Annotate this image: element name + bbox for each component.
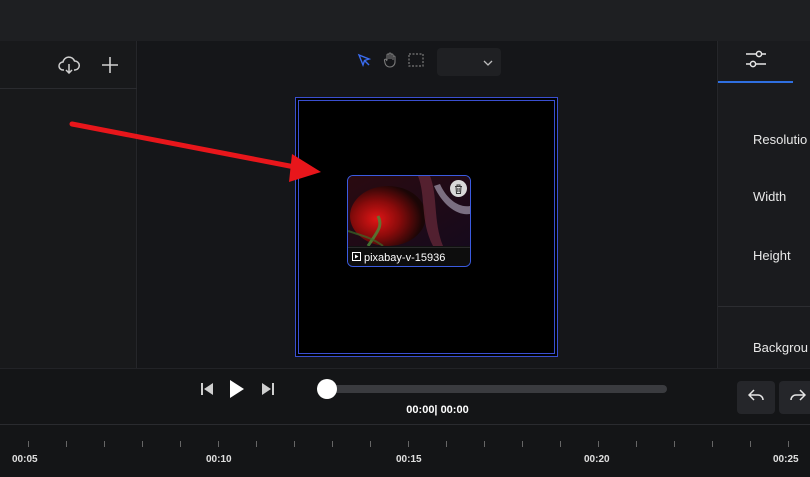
ruler-tick [104, 441, 105, 447]
zoom-select[interactable] [437, 48, 501, 76]
pointer-icon[interactable] [355, 51, 373, 69]
ruler-tick [66, 441, 67, 447]
ruler-tick [598, 441, 599, 447]
ruler-tick [218, 441, 219, 447]
tab-settings[interactable] [718, 41, 793, 83]
ruler-tick [484, 441, 485, 447]
resolution-label: Resolutio [753, 132, 808, 147]
clip-label: pixabay-v-15936 [348, 247, 470, 266]
width-label: Width [753, 189, 787, 204]
selection-rect-icon[interactable] [407, 51, 425, 68]
ruler-ticks [0, 441, 810, 447]
video-file-icon [352, 251, 361, 264]
background-label: Backgrou [753, 340, 808, 355]
tick-label: 00:10 [206, 454, 232, 465]
undo-icon [747, 388, 764, 407]
arrow-annotation-icon [69, 121, 321, 182]
ruler-tick [712, 441, 713, 447]
ruler-tick [370, 441, 371, 447]
undo-button[interactable] [737, 381, 775, 414]
transport-bar: 00:00| 00:00 [0, 368, 810, 424]
hand-icon[interactable] [381, 50, 399, 69]
timeline-ruler[interactable]: 00:05 00:10 00:15 00:20 00:25 [0, 424, 810, 477]
ruler-tick [180, 441, 181, 447]
left-panel-header [0, 41, 137, 89]
left-panel [0, 41, 137, 368]
tick-label: 00:25 [773, 454, 799, 465]
tick-label: 00:15 [396, 454, 422, 465]
ruler-tick [408, 441, 409, 447]
cloud-download-icon[interactable] [56, 53, 82, 77]
properties-panel: Resolutio Width Height Backgrou [717, 41, 810, 368]
ruler-tick [294, 441, 295, 447]
media-clip[interactable]: pixabay-v-15936 [347, 175, 471, 267]
tick-label: 00:05 [12, 454, 38, 465]
ruler-tick [788, 441, 789, 447]
sliders-icon [745, 50, 767, 73]
plus-icon[interactable] [98, 53, 122, 77]
ruler-tick [522, 441, 523, 447]
height-label: Height [753, 248, 791, 263]
skip-forward-icon[interactable] [259, 380, 277, 398]
ruler-tick [256, 441, 257, 447]
ruler-tick [674, 441, 675, 447]
ruler-tick [750, 441, 751, 447]
play-icon[interactable] [227, 377, 247, 401]
ruler-tick [446, 441, 447, 447]
time-display: 00:00| 00:00 [406, 404, 469, 416]
ruler-tick [142, 441, 143, 447]
trash-icon[interactable] [450, 180, 467, 197]
ruler-tick [332, 441, 333, 447]
redo-icon [790, 388, 807, 407]
ruler-tick [560, 441, 561, 447]
chevron-down-icon [483, 53, 493, 71]
top-bar [0, 0, 810, 41]
divider [718, 306, 810, 307]
seek-track[interactable] [318, 385, 667, 393]
redo-button[interactable] [779, 381, 810, 414]
skip-back-icon[interactable] [198, 380, 216, 398]
ruler-tick [28, 441, 29, 447]
tick-label: 00:20 [584, 454, 610, 465]
ruler-tick [636, 441, 637, 447]
clip-name: pixabay-v-15936 [364, 251, 446, 264]
seek-handle[interactable] [317, 379, 337, 399]
